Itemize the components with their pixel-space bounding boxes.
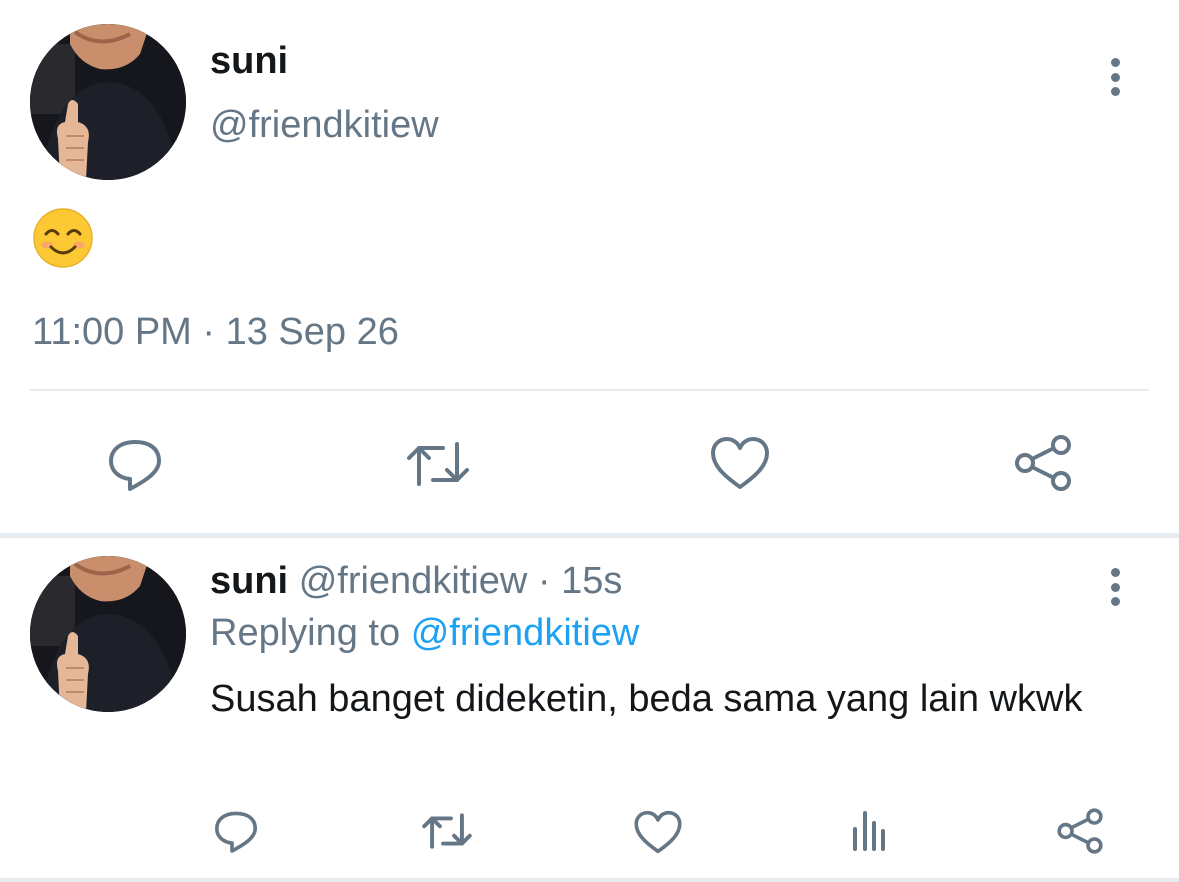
reply-header: suni @friendkitiew · 15s (210, 560, 622, 603)
reply-text: Susah banget dideketin, beda sama yang l… (210, 678, 1083, 720)
avatar[interactable] (30, 24, 186, 180)
replying-to: Replying to @friendkitiew (210, 612, 639, 655)
share-icon (1015, 435, 1071, 491)
reply-reply-button[interactable] (210, 806, 262, 856)
divider (30, 389, 1149, 391)
reply-icon (109, 440, 161, 491)
reply-icon (215, 811, 257, 853)
share-icon (1057, 808, 1103, 854)
smiling-face-emoji (32, 207, 94, 269)
author-handle[interactable]: @friendkitiew (210, 104, 439, 147)
like-icon (634, 810, 682, 854)
reply-author-handle[interactable]: @friendkitiew (299, 560, 528, 602)
share-button[interactable] (1012, 432, 1074, 494)
reply-like-button[interactable] (632, 808, 684, 856)
replying-prefix: Replying to (210, 612, 401, 654)
reply-button[interactable] (100, 432, 170, 496)
reply-avatar[interactable] (30, 556, 186, 712)
analytics-icon (853, 811, 885, 851)
retweet-button[interactable] (402, 436, 474, 492)
replying-to-link[interactable]: @friendkitiew (411, 612, 640, 654)
reply-author-name[interactable]: suni (210, 560, 288, 602)
separator-dot: · (537, 560, 551, 602)
profile-photo-icon (30, 24, 186, 180)
retweet-icon (422, 813, 472, 849)
bottom-separator (0, 878, 1179, 882)
like-button[interactable] (708, 434, 772, 492)
section-separator (0, 533, 1179, 538)
more-options-icon[interactable] (1100, 52, 1130, 102)
reply-time[interactable]: 15s (561, 560, 622, 602)
like-icon (711, 437, 769, 489)
reply-more-options-icon[interactable] (1100, 562, 1130, 612)
reply-share-button[interactable] (1054, 806, 1106, 856)
reply-retweet-button[interactable] (418, 808, 476, 854)
tweet-timestamp[interactable]: 11:00 PM · 13 Sep 26 (32, 311, 399, 354)
author-name[interactable]: suni (210, 40, 288, 83)
profile-photo-icon (30, 556, 186, 712)
retweet-icon (407, 442, 469, 486)
reply-analytics-button[interactable] (846, 808, 892, 854)
